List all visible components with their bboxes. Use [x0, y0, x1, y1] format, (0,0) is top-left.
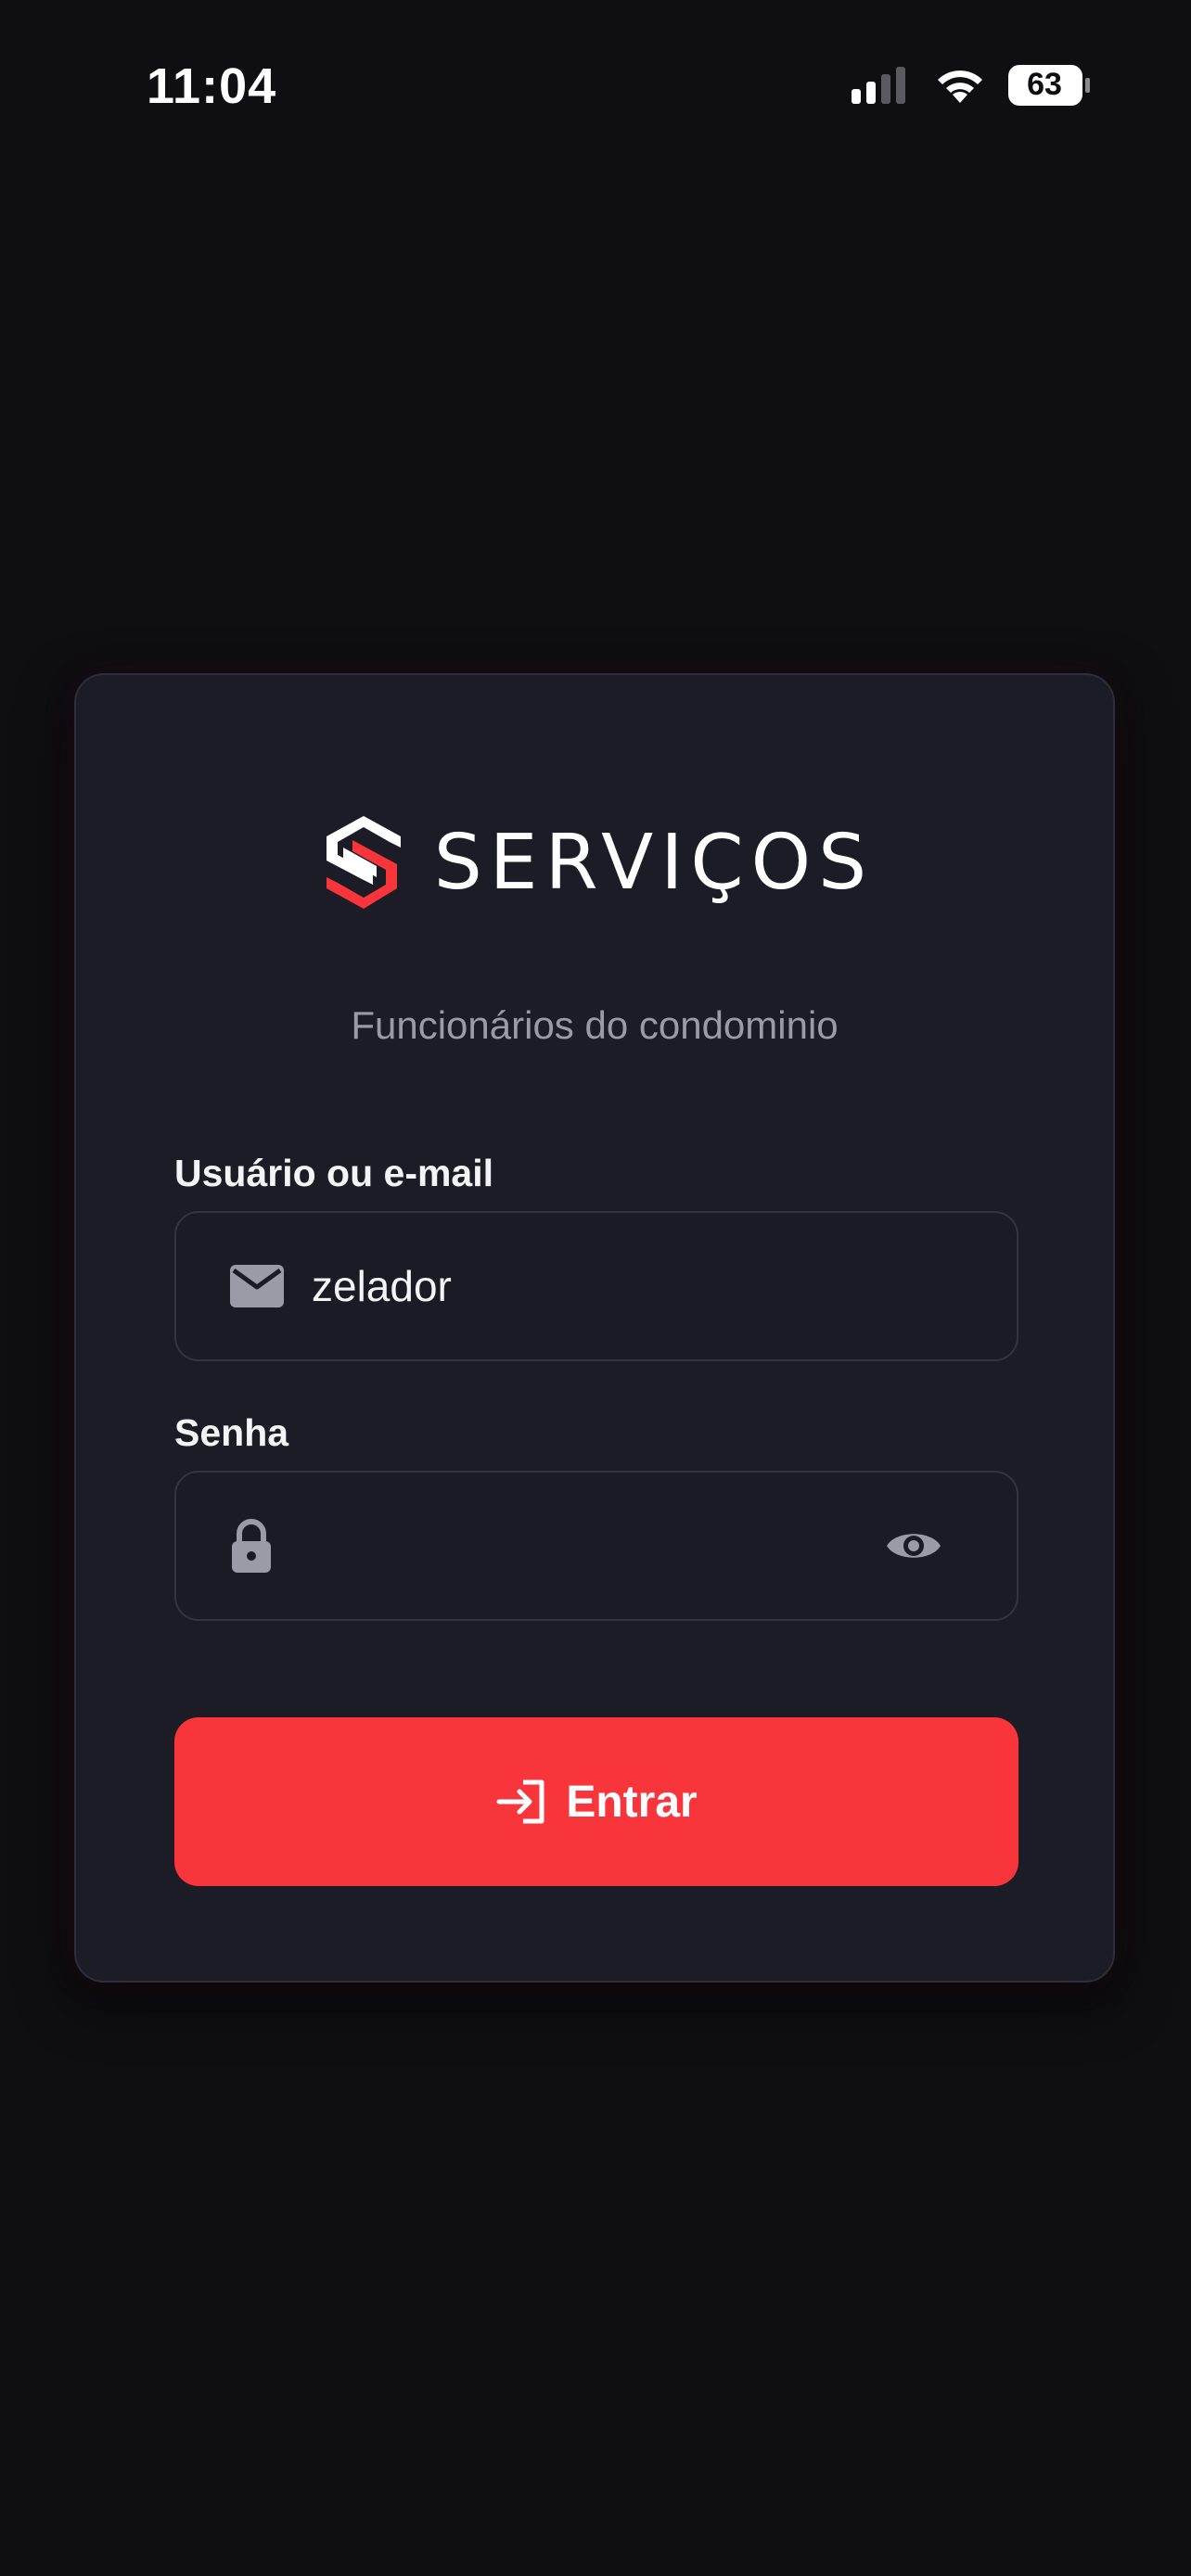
status-icons: 63	[852, 63, 1091, 109]
username-field[interactable]: zelador	[174, 1211, 1018, 1361]
brand-logo-icon	[315, 810, 412, 914]
login-icon	[495, 1779, 547, 1825]
battery-level: 63	[1027, 67, 1062, 102]
wifi-icon	[933, 66, 987, 107]
status-time: 11:04	[147, 58, 277, 114]
mail-icon	[230, 1265, 284, 1307]
username-value: zelador	[312, 1262, 452, 1310]
password-label: Senha	[174, 1411, 289, 1454]
status-bar: 11:04 63	[0, 0, 1191, 176]
lock-icon	[230, 1519, 273, 1573]
subtitle: Funcionários do condominio	[351, 1003, 839, 1047]
username-label: Usuário ou e-mail	[174, 1152, 494, 1194]
login-button-label: Entrar	[566, 1777, 698, 1827]
password-field[interactable]	[174, 1471, 1018, 1621]
login-button[interactable]: Entrar	[174, 1717, 1018, 1886]
login-card: SERVIÇOS Funcionários do condominio Usuá…	[74, 673, 1115, 1983]
brand-header: SERVIÇOS	[76, 810, 1113, 914]
password-input[interactable]	[312, 1517, 853, 1575]
battery-icon: 63	[1007, 63, 1091, 109]
signal-icon	[852, 65, 913, 108]
brand-name: SERVIÇOS	[433, 818, 875, 907]
eye-icon[interactable]	[885, 1526, 942, 1565]
